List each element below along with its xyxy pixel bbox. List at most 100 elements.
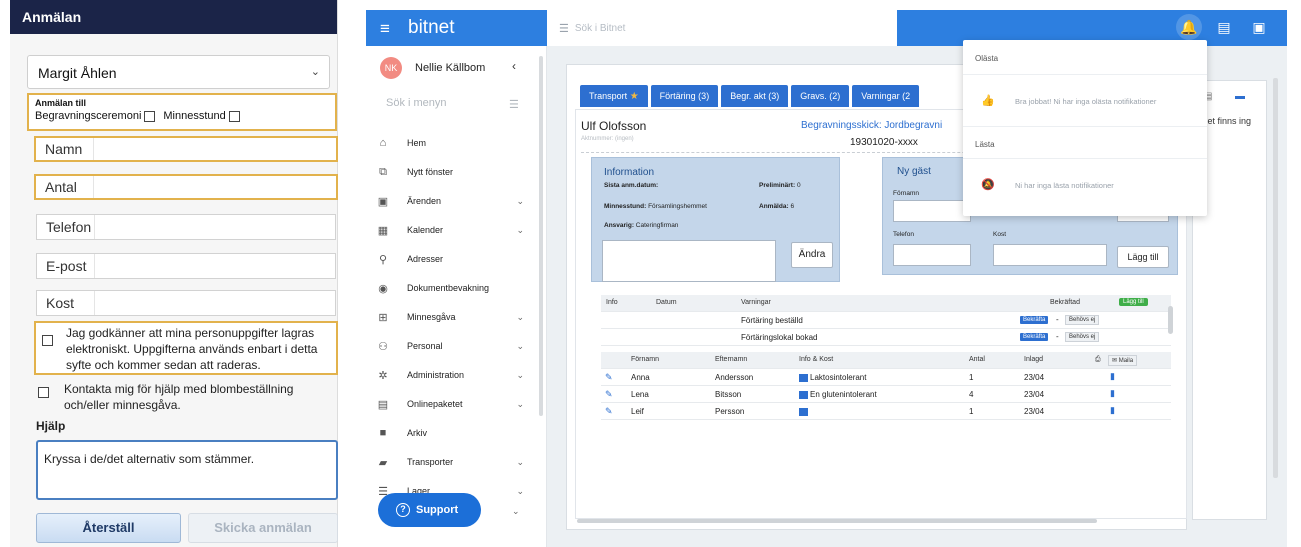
- trash-icon[interactable]: ▮: [1110, 405, 1115, 416]
- global-search-input[interactable]: ☰ Sök i Bitnet: [547, 10, 897, 46]
- mail-button[interactable]: ✉ Maila: [1108, 355, 1138, 366]
- col-info-diet: Info & Kost: [799, 356, 834, 363]
- sidebar-item-transporter[interactable]: ▰ Transporter ⌄: [366, 448, 538, 476]
- sidebar-item-ärenden[interactable]: ▣ Ärenden ⌄: [366, 187, 538, 215]
- bell-off-icon: 🔕: [981, 179, 995, 191]
- ceremony-checkbox[interactable]: [144, 110, 156, 122]
- contact-option: Kontakta mig för hjälp med blombeställni…: [36, 381, 336, 415]
- sidebar-item-nytt-fönster[interactable]: ⧉ Nytt fönster: [366, 158, 538, 186]
- confirm-button[interactable]: Bekräfta: [1020, 316, 1049, 324]
- tab-fortaring[interactable]: Förtäring (3): [650, 85, 719, 107]
- document-watch-icon: ◉: [378, 282, 388, 295]
- sidebar-item-kalender[interactable]: ▦ Kalender ⌄: [366, 216, 538, 244]
- table-scrollbar[interactable]: [1168, 306, 1173, 334]
- sidebar-item-administration[interactable]: ✲ Administration ⌄: [366, 361, 538, 389]
- tab-begr-akt[interactable]: Begr. akt (3): [721, 85, 789, 107]
- diet-input[interactable]: [993, 244, 1107, 266]
- dash: -: [1056, 315, 1059, 324]
- consent-checkbox[interactable]: [42, 335, 53, 346]
- email-field[interactable]: E-post: [36, 253, 336, 279]
- trash-icon[interactable]: ▮: [1110, 371, 1115, 382]
- sidebar-item-arkiv[interactable]: ■ Arkiv: [366, 419, 538, 447]
- collapse-sidebar-icon[interactable]: ‹: [512, 59, 516, 73]
- edit-button[interactable]: Ändra: [791, 242, 833, 268]
- note-textarea[interactable]: [602, 240, 776, 282]
- guest-diet: En glutenintolerant: [810, 390, 877, 399]
- food-icon: [799, 390, 808, 399]
- guest-count: 1: [969, 407, 974, 416]
- unread-title: Olästa: [975, 54, 999, 63]
- information-box: Information Sista anm.datum: Preliminärt…: [591, 157, 840, 282]
- chevron-down-icon: ⌄: [310, 66, 320, 78]
- sidebar-item-label: Administration: [407, 370, 465, 380]
- phone-input[interactable]: [893, 244, 971, 266]
- menu-filter-icon[interactable]: ☰: [509, 98, 519, 111]
- gift-icon: ⊞: [378, 311, 388, 324]
- tab-varningar[interactable]: Varningar (2: [852, 85, 920, 107]
- notifications-dropdown: Olästa 👍 Bra jobbat! Ni har inga olästa …: [963, 40, 1207, 216]
- firstname-input[interactable]: [893, 200, 971, 222]
- content-scrollbar[interactable]: [1273, 78, 1278, 478]
- guest-firstname: Anna: [631, 373, 650, 382]
- chevron-down-icon: ⌄: [516, 398, 524, 409]
- firstname-label: Förnamn: [893, 190, 920, 197]
- horizontal-scrollbar[interactable]: [577, 519, 1097, 523]
- help-textarea[interactable]: Kryssa i de/det alternativ som stämmer.: [36, 440, 338, 500]
- print-icon[interactable]: ⎙: [1095, 356, 1101, 364]
- edit-icon[interactable]: ✎: [605, 389, 613, 400]
- guest-lastname: Andersson: [715, 373, 754, 382]
- reset-button[interactable]: Återställ: [36, 513, 181, 543]
- cases-icon: ▣: [377, 195, 389, 208]
- diet-field[interactable]: Kost: [36, 290, 336, 316]
- sidebar-item-hem[interactable]: ⌂ Hem: [366, 129, 538, 157]
- consent-box: Jag godkänner att mina personuppgifter l…: [34, 321, 338, 375]
- package-icon: ▤: [377, 398, 389, 411]
- count-field[interactable]: Antal: [34, 174, 338, 200]
- add-warning-button[interactable]: Lägg till: [1119, 298, 1148, 306]
- not-needed-button[interactable]: Behövs ej: [1065, 315, 1100, 325]
- edit-icon[interactable]: ✎: [605, 406, 613, 417]
- phone-label: Telefon: [893, 231, 914, 238]
- tab-bar: Transport ★ Förtäring (3) Begr. akt (3) …: [580, 85, 922, 107]
- bell-icon[interactable]: 🔔: [1180, 18, 1198, 36]
- trash-icon[interactable]: ▮: [1110, 388, 1115, 399]
- sidebar-scrollbar[interactable]: [539, 56, 543, 416]
- edit-icon[interactable]: ✎: [605, 372, 613, 383]
- menu-search-input[interactable]: Sök i menyn: [386, 97, 447, 109]
- feedback-icon[interactable]: ▣: [1250, 18, 1268, 36]
- responsible-value: Cateringfirman: [635, 222, 679, 229]
- name-field[interactable]: Namn: [34, 136, 338, 162]
- side-tab-chat-icon[interactable]: ▬: [1235, 91, 1245, 102]
- sidebar-item-personal[interactable]: ⚇ Personal ⌄: [366, 332, 538, 360]
- guests-header-row: Förnamn Efternamn Info & Kost Antal Inla…: [601, 352, 1171, 369]
- prelim-value: 0: [796, 182, 801, 189]
- brand-logo[interactable]: bitnet: [408, 17, 454, 39]
- sidebar-item-dokumentbevakning[interactable]: ◉ Dokumentbevakning: [366, 274, 538, 302]
- table-row: ✎ Lena Bitsson En glutenintolerant 4 23/04 ▮: [601, 386, 1171, 403]
- phone-field[interactable]: Telefon: [36, 214, 336, 240]
- confirm-button[interactable]: Bekräfta: [1020, 333, 1049, 341]
- send-button[interactable]: Skicka anmälan: [188, 513, 338, 543]
- person-select[interactable]: Margit Åhlen ⌄: [27, 55, 330, 89]
- tab-transport[interactable]: Transport ★: [580, 85, 648, 107]
- support-button[interactable]: ? Support: [378, 493, 481, 527]
- not-needed-button[interactable]: Behövs ej: [1065, 332, 1100, 342]
- sidebar-item-label: Personal: [407, 341, 443, 351]
- chevron-down-icon: ⌄: [516, 195, 524, 206]
- contact-checkbox[interactable]: [38, 387, 49, 398]
- sidebar-item-adresser[interactable]: ⚲ Adresser: [366, 245, 538, 273]
- user-profile[interactable]: NK Nellie Källbom: [380, 57, 485, 79]
- hamburger-icon[interactable]: ≡: [380, 19, 390, 39]
- case-number: Aktnummer: (ingen): [581, 136, 634, 142]
- side-panel-text: Det finns ing: [1201, 116, 1252, 126]
- registered-value: 6: [790, 203, 795, 210]
- star-icon: ★: [629, 91, 639, 102]
- document-icon[interactable]: ▤: [1215, 18, 1233, 36]
- sidebar-item-minnesgåva[interactable]: ⊞ Minnesgåva ⌄: [366, 303, 538, 331]
- chevron-down-icon[interactable]: ⌄: [512, 506, 520, 517]
- tab-gravs[interactable]: Gravs. (2): [791, 85, 850, 107]
- guest-lastname: Persson: [715, 407, 745, 416]
- sidebar-item-onlinepaketet[interactable]: ▤ Onlinepaketet ⌄: [366, 390, 538, 418]
- memorial-checkbox[interactable]: [228, 110, 240, 122]
- add-guest-button[interactable]: Lägg till: [1117, 246, 1169, 268]
